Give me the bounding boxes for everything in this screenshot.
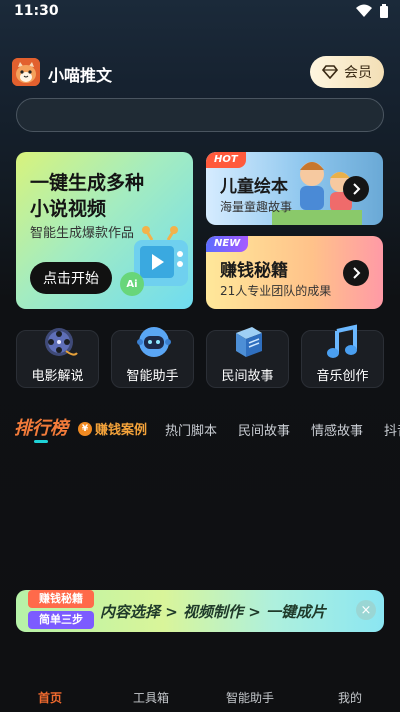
app-title: 小喵推文 <box>48 66 113 85</box>
nav-smart-assistant[interactable]: 智能助手 <box>226 689 274 706</box>
money-card-subtitle: 21人专业团队的成果 <box>220 284 332 298</box>
kids-picture-book-card[interactable]: HOT 儿童绘本 海量童趣故事 <box>206 152 383 225</box>
start-button[interactable]: 点击开始 <box>30 262 112 294</box>
diamond-icon <box>322 65 338 79</box>
tool-music-creation[interactable]: 音乐创作 <box>301 324 384 388</box>
tab-underline <box>34 440 48 443</box>
main-card-title-line2: 小说视频 <box>30 198 107 220</box>
nav-toolbox[interactable]: 工具箱 <box>133 689 169 706</box>
tab-hot-scripts[interactable]: 热门脚本 <box>165 420 217 439</box>
tool-label: 电影解说 <box>31 369 84 384</box>
tool-label: 音乐创作 <box>316 369 369 384</box>
app-logo <box>12 58 40 86</box>
main-card-title-line1: 一键生成多种 <box>30 172 145 194</box>
kids-card-subtitle: 海量童趣故事 <box>220 200 293 214</box>
tool-movie-commentary[interactable]: 电影解说 <box>16 328 99 388</box>
hot-badge: HOT <box>206 152 246 168</box>
promo-banner[interactable]: 赚钱秘籍 简单三步 内容选择 > 视频制作 > 一键成片 × <box>16 590 384 632</box>
ai-badge: Ai <box>120 272 144 296</box>
new-badge: NEW <box>206 236 249 252</box>
promo-tag: 赚钱秘籍 简单三步 <box>28 584 98 632</box>
tool-folk-stories[interactable]: 民间故事 <box>206 327 289 388</box>
tool-label: 民间故事 <box>221 369 274 384</box>
film-reel-icon <box>45 328 78 356</box>
tools-row: 电影解说 智能助手 民间故事 音乐创作 <box>16 324 384 388</box>
nav-me[interactable]: 我的 <box>338 689 362 706</box>
close-icon[interactable]: × <box>356 600 376 620</box>
main-card-subtitle: 智能生成爆款作品 <box>30 226 135 241</box>
status-icons <box>356 4 388 18</box>
money-card-title: 赚钱秘籍 <box>220 261 288 281</box>
status-bar: 11:30 <box>0 0 400 24</box>
tool-label: 智能助手 <box>126 369 179 384</box>
coin-icon: ¥ <box>78 421 92 436</box>
vip-label: 会员 <box>344 65 372 81</box>
music-note-icon <box>327 324 357 358</box>
tab-money-label: 赚钱案例 <box>95 423 148 438</box>
tab-ranking[interactable]: 排行榜 <box>14 414 68 440</box>
chevron-right-icon[interactable] <box>343 176 369 202</box>
tab-emotional-stories[interactable]: 情感故事 <box>311 420 363 439</box>
video-generate-card[interactable]: 一键生成多种 小说视频 智能生成爆款作品 点击开始 Ai <box>16 152 193 309</box>
promo-text: 内容选择 > 视频制作 > 一键成片 <box>100 603 327 621</box>
status-time: 11:30 <box>14 3 59 19</box>
robot-icon <box>137 327 171 357</box>
search-input[interactable] <box>16 98 384 132</box>
battery-icon <box>380 4 388 18</box>
chevron-right-icon[interactable] <box>343 260 369 286</box>
app-header: 小喵推文 会员 <box>0 56 400 90</box>
promo-tag-line2: 简单三步 <box>28 611 94 629</box>
promo-tag-line1: 赚钱秘籍 <box>28 590 94 608</box>
tab-douyin[interactable]: 抖音 <box>384 420 400 439</box>
kids-card-title: 儿童绘本 <box>220 177 288 197</box>
wifi-icon <box>356 4 372 17</box>
tab-folk-stories[interactable]: 民间故事 <box>238 420 290 439</box>
nav-home[interactable]: 首页 <box>38 689 62 706</box>
tool-smart-assistant[interactable]: 智能助手 <box>111 327 194 388</box>
book-icon <box>236 327 262 357</box>
tab-money-cases[interactable]: ¥ 赚钱案例 <box>78 419 147 438</box>
money-tips-card[interactable]: NEW 赚钱秘籍 21人专业团队的成果 <box>206 236 383 309</box>
vip-button[interactable]: 会员 <box>310 56 384 88</box>
category-tabs: 排行榜 ¥ 赚钱案例 热门脚本 民间故事 情感故事 抖音 <box>0 414 400 444</box>
bottom-nav: 首页 工具箱 智能助手 我的 <box>0 680 400 712</box>
